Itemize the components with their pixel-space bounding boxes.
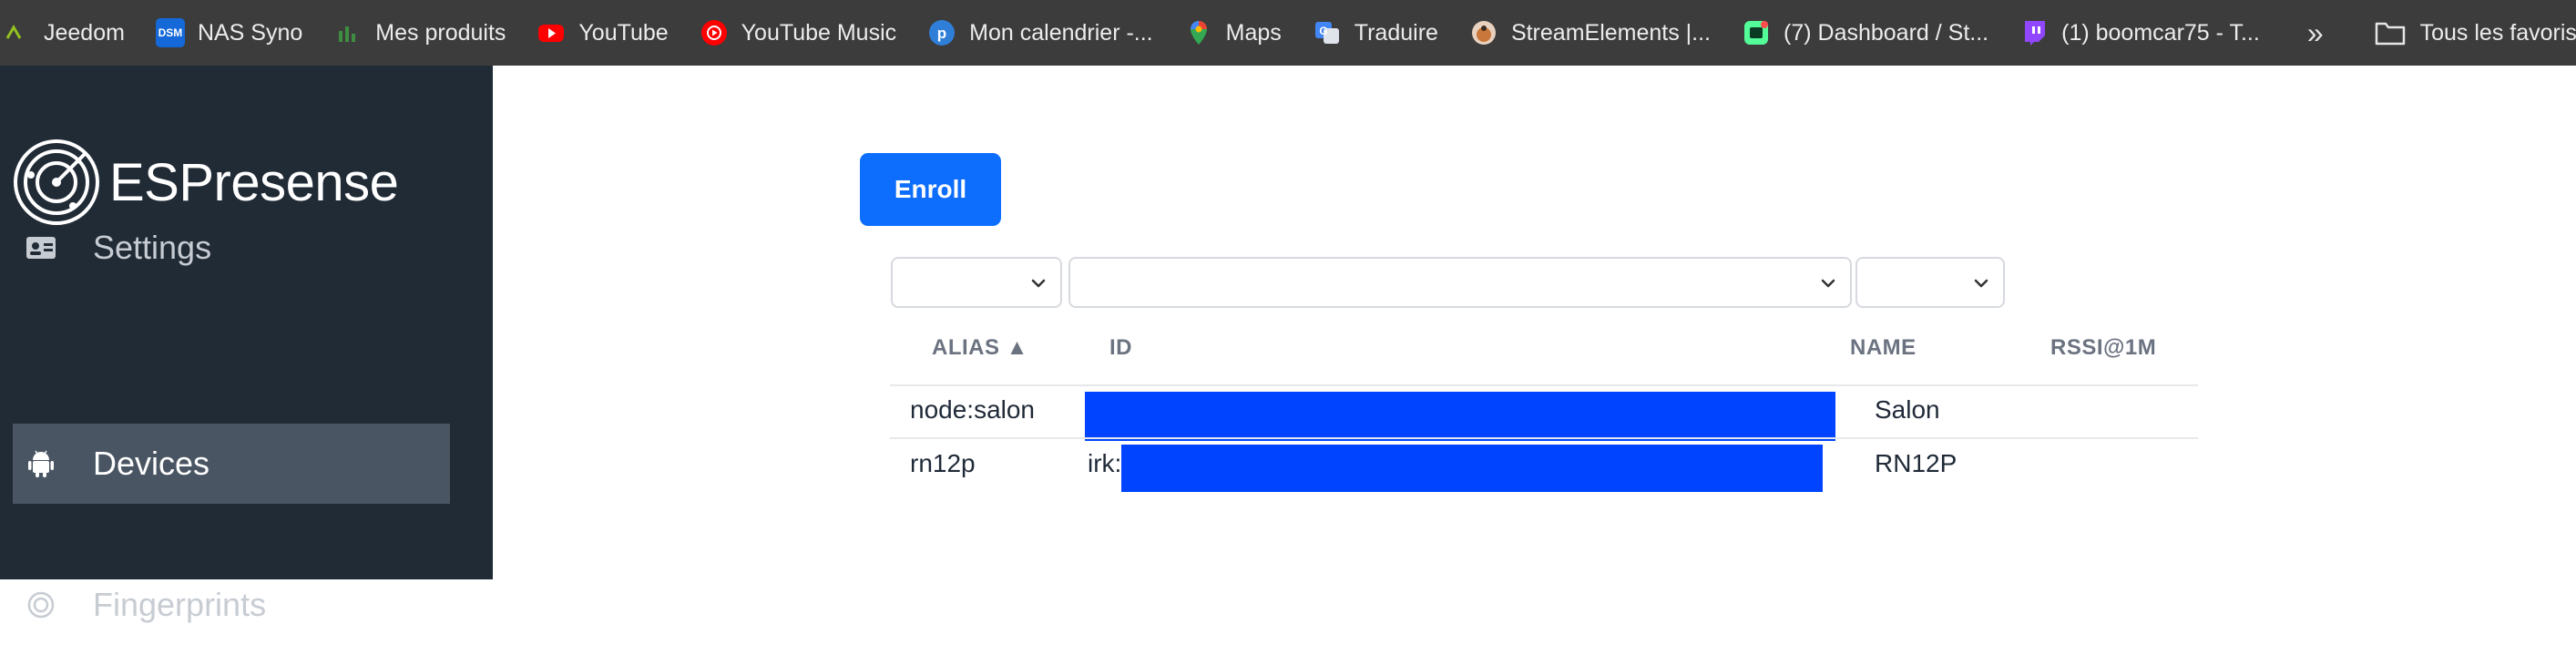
nav-label: Settings bbox=[93, 229, 212, 266]
twitch-icon bbox=[2019, 18, 2049, 47]
bookmark-label: Mes produits bbox=[375, 19, 506, 46]
calendar-icon: p bbox=[927, 18, 956, 47]
dsm-icon: DSM bbox=[155, 18, 185, 47]
bookmark-label: YouTube Music bbox=[741, 19, 897, 46]
all-bookmarks-folder[interactable]: Tous les favoris bbox=[2375, 19, 2576, 46]
brand-name: ESPresense bbox=[109, 152, 399, 212]
bookmark-calendar[interactable]: p Mon calendrier -... bbox=[927, 0, 1153, 66]
jeedom-icon bbox=[5, 18, 22, 47]
bookmark-maps[interactable]: Maps bbox=[1184, 0, 1282, 66]
youtube-icon bbox=[537, 18, 566, 47]
sidebar: ESPresense Settings Devices Fingerprints bbox=[0, 66, 493, 623]
bookmark-label: StreamElements |... bbox=[1510, 19, 1712, 46]
table-divider bbox=[890, 437, 2198, 439]
bookmark-youtube-music[interactable]: YouTube Music bbox=[700, 0, 896, 66]
cell-alias: rn12p bbox=[910, 449, 976, 477]
nav-item-settings[interactable]: Settings bbox=[13, 208, 450, 288]
bookmark-label: Maps bbox=[1225, 19, 1282, 46]
bookmark-label: (1) boomcar75 - T... bbox=[2061, 19, 2260, 46]
chevron-down-icon bbox=[1031, 279, 1046, 288]
products-icon bbox=[333, 18, 363, 47]
bookmark-youtube[interactable]: YouTube bbox=[537, 0, 669, 66]
android-icon bbox=[26, 448, 56, 479]
column-header-id[interactable]: ID bbox=[1109, 335, 1132, 361]
youtube-music-icon bbox=[700, 18, 729, 47]
redaction-box bbox=[1121, 445, 1823, 492]
column-header-alias[interactable]: ALIAS ▲ bbox=[932, 335, 1028, 361]
name-filter-select[interactable] bbox=[1855, 257, 2005, 308]
bookmark-dashboard[interactable]: (7) Dashboard / St... bbox=[1742, 0, 1988, 66]
table-divider bbox=[890, 384, 2198, 386]
fingerprint-icon bbox=[26, 589, 56, 620]
bookmark-label: Mon calendrier -... bbox=[969, 19, 1153, 46]
bookmark-mes-produits[interactable]: Mes produits bbox=[333, 0, 506, 66]
enroll-button[interactable]: Enroll bbox=[860, 153, 1001, 226]
cell-id: irk: bbox=[1088, 449, 1122, 477]
redaction-box bbox=[1085, 392, 1835, 441]
dashboard-icon bbox=[1742, 18, 1771, 47]
bookmark-twitch[interactable]: (1) boomcar75 - T... bbox=[2019, 0, 2260, 66]
bookmark-nas-syno[interactable]: DSM NAS Syno bbox=[155, 0, 303, 66]
svg-text:p: p bbox=[937, 25, 946, 42]
bookmark-label: Jeedom bbox=[44, 19, 125, 46]
maps-icon bbox=[1184, 18, 1213, 47]
alias-filter-select[interactable] bbox=[891, 257, 1062, 308]
column-header-rssi[interactable]: RSSI@1M bbox=[2050, 335, 2156, 361]
bookmarks-bar: Jeedom DSM NAS Syno Mes produits YouTube… bbox=[0, 0, 2576, 66]
bookmark-streamelements[interactable]: StreamElements |... bbox=[1469, 0, 1711, 66]
bookmarks-overflow-icon[interactable]: » bbox=[2307, 16, 2324, 50]
nav-item-devices[interactable]: Devices bbox=[13, 424, 450, 504]
id-card-icon bbox=[26, 232, 56, 263]
cell-name: Salon bbox=[1875, 395, 1940, 424]
streamelements-icon bbox=[1469, 18, 1498, 47]
bookmark-jeedom[interactable]: Jeedom bbox=[5, 0, 125, 66]
nav-item-fingerprints[interactable]: Fingerprints bbox=[13, 565, 450, 645]
nav-label: Devices bbox=[93, 445, 210, 482]
translate-icon: G bbox=[1313, 18, 1342, 47]
bookmark-translate[interactable]: G Traduire bbox=[1313, 0, 1438, 66]
chevron-down-icon bbox=[1821, 279, 1835, 288]
nav-label: Fingerprints bbox=[93, 586, 267, 623]
bookmark-label: Traduire bbox=[1354, 19, 1438, 46]
bookmark-label: (7) Dashboard / St... bbox=[1784, 19, 1989, 46]
svg-text:G: G bbox=[1319, 25, 1327, 37]
main-content: Enroll ALIAS ▲ ID NAME RSSI@1M node:salo… bbox=[493, 66, 2576, 579]
cell-alias: node:salon bbox=[910, 395, 1036, 424]
bookmark-label: YouTube bbox=[578, 19, 669, 46]
bookmark-label: NAS Syno bbox=[197, 19, 303, 46]
cell-name: RN12P bbox=[1875, 449, 1958, 477]
id-filter-select[interactable] bbox=[1068, 257, 1852, 308]
folder-icon bbox=[2375, 19, 2406, 46]
chevron-down-icon bbox=[1974, 279, 1988, 288]
folder-label: Tous les favoris bbox=[2419, 19, 2576, 46]
column-header-name[interactable]: NAME bbox=[1850, 335, 1917, 361]
